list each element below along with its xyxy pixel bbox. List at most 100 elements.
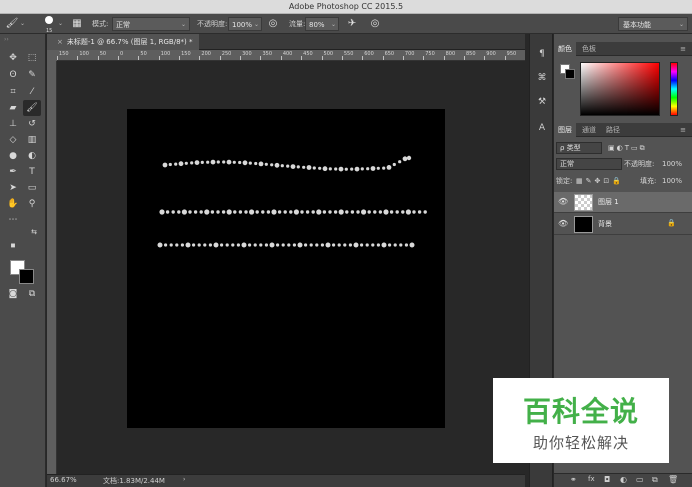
- brush-presets-icon[interactable]: ⚒: [533, 94, 551, 110]
- blur-tool-icon[interactable]: ●: [4, 148, 22, 164]
- brush-dot: [236, 243, 240, 247]
- background-color-swatch[interactable]: [19, 269, 34, 284]
- new-layer-icon[interactable]: ⧉: [652, 475, 658, 485]
- eraser-tool-icon[interactable]: ◇: [4, 132, 22, 148]
- link-icon[interactable]: ⚭: [570, 475, 577, 484]
- layer-row[interactable]: 👁 图层 1: [554, 192, 692, 213]
- hue-slider[interactable]: [670, 62, 678, 116]
- brush-dot: [287, 243, 291, 247]
- brush-tool-icon[interactable]: 🖌: [5, 14, 19, 34]
- panel-menu-icon[interactable]: ≡: [676, 42, 690, 56]
- swap-colors-icon[interactable]: ⇆: [25, 224, 43, 240]
- move-tool-icon[interactable]: ✥: [4, 50, 22, 66]
- horizontal-ruler[interactable]: 150 100 50 0 50 100 150 200 250 300 350 400 450 500 55…: [57, 50, 525, 61]
- history-brush-tool-icon[interactable]: ↺: [23, 116, 41, 132]
- brush-tool-icon[interactable]: 🖌: [23, 100, 41, 116]
- brush-dot: [165, 210, 170, 214]
- crop-tool-icon[interactable]: ⌗: [4, 84, 22, 100]
- tab-layers[interactable]: 图层: [554, 123, 576, 137]
- ruler-tick: [118, 56, 120, 60]
- workspace-select[interactable]: 基本功能 ⌄: [618, 17, 688, 31]
- vertical-ruler[interactable]: [47, 61, 57, 474]
- more-tools-icon[interactable]: ⋯: [4, 212, 22, 228]
- status-menu-chevron-icon[interactable]: ›: [183, 476, 185, 483]
- document-info[interactable]: 文档:1.83M/2.44M: [103, 476, 165, 486]
- blend-mode-value: 正常: [560, 160, 574, 168]
- zoom-level[interactable]: 66.67%: [50, 476, 77, 484]
- character-styles-icon[interactable]: A: [533, 120, 551, 136]
- airbrush-icon[interactable]: ✈: [345, 14, 359, 34]
- workspace-value: 基本功能: [623, 21, 651, 29]
- pressure-opacity-icon[interactable]: ◎: [266, 14, 280, 34]
- quick-select-tool-icon[interactable]: ✎: [23, 67, 41, 83]
- lasso-tool-icon[interactable]: ʘ: [4, 67, 22, 83]
- pen-tool-icon[interactable]: ✒: [4, 164, 22, 180]
- flow-input[interactable]: 80% ⌄: [305, 17, 339, 31]
- group-icon[interactable]: ▭: [636, 475, 644, 484]
- brush-dot: [204, 209, 210, 215]
- tab-channels[interactable]: 通道: [578, 123, 600, 137]
- zoom-tool-icon[interactable]: ⚲: [23, 196, 41, 212]
- layer-opacity-value[interactable]: 100%: [662, 157, 682, 171]
- tab-color[interactable]: 颜色: [554, 42, 576, 56]
- mask-icon[interactable]: ◘: [604, 475, 610, 484]
- brush-dot: [367, 210, 371, 214]
- adjustment-icon[interactable]: ◐: [620, 475, 627, 484]
- lock-options-icons[interactable]: ▦✎✥⊡🔒: [576, 174, 624, 188]
- pressure-size-icon[interactable]: ◎: [368, 14, 382, 34]
- default-colors-icon[interactable]: ◼: [4, 238, 22, 254]
- brush-picker-chevron-icon[interactable]: ⌄: [58, 14, 63, 34]
- tab-paths[interactable]: 路径: [602, 123, 624, 137]
- brush-dot: [255, 210, 259, 214]
- rectangle-tool-icon[interactable]: ▭: [23, 180, 41, 196]
- brush-dot: [208, 243, 212, 247]
- character-panel-icon[interactable]: ⌘: [533, 70, 551, 86]
- document-tab[interactable]: × 未标题-1 @ 66.7% (图层 1, RGB/8*) *: [47, 34, 199, 50]
- visibility-eye-icon[interactable]: 👁: [558, 219, 568, 229]
- brush-dot: [283, 210, 287, 214]
- brush-dot: [181, 209, 187, 215]
- fx-icon[interactable]: fx: [588, 475, 595, 483]
- panel-grip-icon[interactable]: ››: [4, 36, 9, 43]
- brush-dot: [238, 160, 242, 165]
- eyedropper-tool-icon[interactable]: ⁄: [23, 84, 41, 100]
- close-icon[interactable]: ×: [57, 38, 63, 46]
- screen-mode-icon[interactable]: ⧉: [23, 286, 41, 302]
- tab-swatches[interactable]: 色板: [578, 42, 600, 56]
- paragraph-panel-icon[interactable]: ¶: [533, 46, 551, 62]
- healing-brush-tool-icon[interactable]: ▰: [4, 100, 22, 116]
- marquee-tool-icon[interactable]: ⬚: [23, 50, 41, 66]
- trash-icon[interactable]: 🗑: [668, 475, 678, 484]
- ruler-tick: [402, 56, 404, 60]
- layer-filter-icons[interactable]: ▣◐T▭⧉: [608, 141, 647, 155]
- layer-filter-select[interactable]: ρ 类型: [556, 142, 602, 154]
- fill-value[interactable]: 100%: [662, 174, 682, 188]
- ruler-origin[interactable]: [47, 50, 57, 61]
- brush-dot: [213, 242, 219, 248]
- hand-tool-icon[interactable]: ✋: [4, 196, 22, 212]
- brush-panel-toggle-icon[interactable]: ▦: [70, 14, 84, 34]
- dodge-tool-icon[interactable]: ◐: [23, 148, 41, 164]
- layer-row[interactable]: 👁 背景 🔒: [554, 214, 692, 235]
- quick-mask-icon[interactable]: ◙: [4, 286, 22, 302]
- tool-preset-chevron-icon[interactable]: ⌄: [20, 14, 25, 34]
- color-panel-background-swatch[interactable]: [565, 69, 575, 79]
- brush-dot: [332, 243, 336, 247]
- brush-dot: [168, 162, 172, 167]
- visibility-eye-icon[interactable]: 👁: [558, 197, 568, 207]
- gradient-tool-icon[interactable]: ▥: [23, 132, 41, 148]
- panel-menu-icon[interactable]: ≡: [676, 123, 690, 137]
- mode-select[interactable]: 正常 ⌄: [112, 17, 190, 31]
- path-select-tool-icon[interactable]: ➤: [4, 180, 22, 196]
- clone-stamp-tool-icon[interactable]: ⊥: [4, 116, 22, 132]
- brush-dot: [276, 243, 280, 247]
- brush-dot: [378, 210, 383, 214]
- blend-mode-select[interactable]: 正常: [556, 158, 622, 170]
- color-picker-field[interactable]: [580, 62, 660, 116]
- opacity-input[interactable]: 100% ⌄: [228, 17, 262, 31]
- brush-dot: [382, 166, 386, 170]
- fill-label: 填充:: [640, 177, 657, 185]
- brush-dot: [226, 209, 232, 215]
- document-canvas[interactable]: [127, 109, 445, 428]
- type-tool-icon[interactable]: T: [23, 164, 41, 180]
